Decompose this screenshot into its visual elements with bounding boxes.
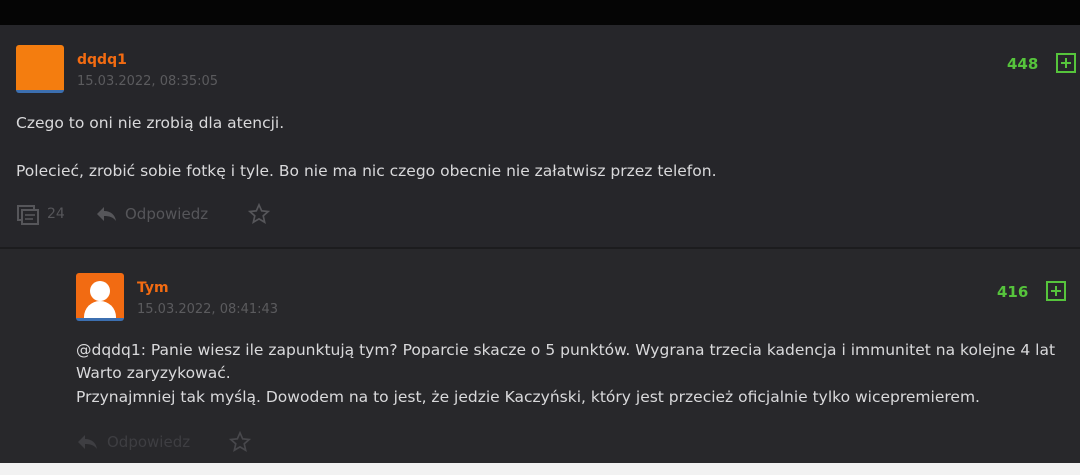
comment: dqdq1 15.03.2022, 08:35:05 448 Czego to … (0, 25, 1080, 247)
plus-square-icon[interactable] (1056, 53, 1076, 73)
comment-text-line: Polecieć, zrobić sobie fotkę i tyle. Bo … (16, 162, 717, 180)
star-icon[interactable] (248, 203, 270, 225)
comment-author[interactable]: dqdq1 (77, 52, 127, 68)
comment-author[interactable]: Tym (137, 280, 169, 296)
comment-date: 15.03.2022, 08:35:05 (77, 74, 219, 89)
reply-button[interactable]: Odpowiedz (107, 433, 190, 451)
comment-date: 15.03.2022, 08:41:43 (137, 302, 279, 317)
comment-text-line: Warto zaryzykować. (76, 364, 231, 382)
reply-arrow-icon[interactable] (95, 204, 117, 224)
comment-score: 416 (997, 283, 1029, 301)
top-bar (0, 0, 1080, 25)
comment-score: 448 (1007, 55, 1039, 73)
bottom-bar (0, 463, 1080, 475)
reply-comment: Tym 15.03.2022, 08:41:43 416 @dqdq1: Pan… (0, 249, 1080, 463)
comment-text-line: Przynajmniej tak myślą. Dowodem na to je… (76, 388, 980, 406)
star-icon[interactable] (229, 431, 251, 453)
user-avatar-icon[interactable] (76, 273, 124, 321)
plus-square-icon[interactable] (1046, 281, 1066, 301)
reply-arrow-icon[interactable] (76, 432, 98, 452)
comment-text: Panie wiesz ile zapunktują tym? Poparcie… (145, 341, 1056, 359)
reply-button[interactable]: Odpowiedz (125, 205, 208, 223)
mention-link[interactable]: @dqdq1: (76, 341, 146, 359)
comments-icon[interactable] (16, 203, 40, 227)
comment-text-line: @dqdq1: Panie wiesz ile zapunktują tym? … (76, 338, 1080, 362)
comment-text-line: Czego to oni nie zrobią dla atencji. (16, 114, 285, 132)
replies-count[interactable]: 24 (47, 206, 65, 222)
avatar[interactable] (16, 45, 64, 93)
